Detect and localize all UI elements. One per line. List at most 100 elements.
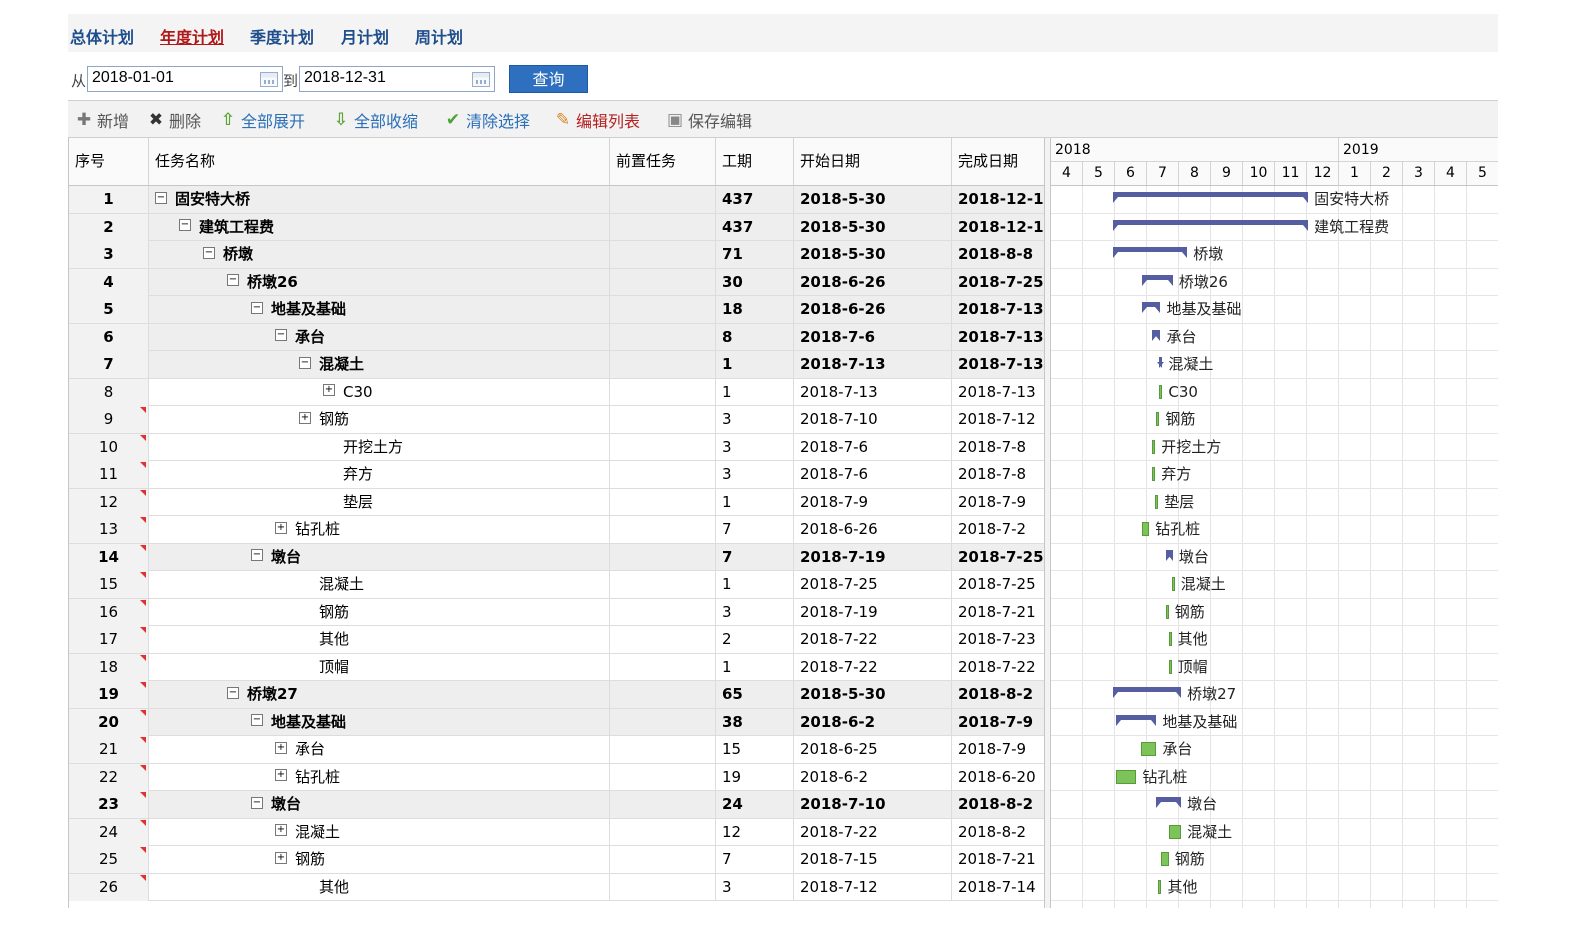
task-name-cell[interactable]: − 固安特大桥	[149, 186, 610, 213]
predecessor-cell[interactable]	[610, 433, 716, 461]
task-name-cell[interactable]: 钢筋	[149, 598, 610, 626]
predecessor-cell[interactable]	[610, 323, 716, 351]
duration-cell[interactable]: 15	[716, 736, 794, 763]
table-row[interactable]: 24 + 混凝土 12 2018-7-22 2018-8-2	[69, 818, 1045, 846]
predecessor-cell[interactable]	[610, 791, 716, 818]
task-bar[interactable]	[1161, 852, 1169, 866]
end-date-cell[interactable]: 2018-8-2	[952, 791, 1045, 818]
task-bar[interactable]	[1168, 659, 1172, 674]
task-bar[interactable]	[1116, 769, 1137, 784]
table-row[interactable]: 6 − 承台 8 2018-7-6 2018-7-13	[69, 323, 1045, 351]
task-bar[interactable]	[1159, 384, 1163, 399]
task-name-cell[interactable]: 垫层	[149, 488, 610, 516]
predecessor-cell[interactable]	[610, 186, 716, 213]
duration-cell[interactable]: 7	[716, 516, 794, 543]
table-row[interactable]: 10 开挖土方 3 2018-7-6 2018-7-8	[69, 433, 1045, 461]
task-bar[interactable]	[1155, 494, 1159, 509]
predecessor-cell[interactable]	[610, 736, 716, 763]
predecessor-cell[interactable]	[610, 681, 716, 708]
start-date-cell[interactable]: 2018-7-22	[794, 626, 952, 653]
column-header-predecessor[interactable]: 前置任务	[610, 138, 716, 185]
duration-cell[interactable]: 1	[716, 351, 794, 378]
table-row[interactable]: 16 钢筋 3 2018-7-19 2018-7-21	[69, 598, 1045, 626]
task-name-cell[interactable]: + 承台	[149, 736, 610, 763]
predecessor-cell[interactable]	[610, 846, 716, 873]
end-date-cell[interactable]: 2018-12-1	[952, 186, 1045, 213]
expand-toggle-icon[interactable]: +	[275, 769, 287, 781]
task-name-cell[interactable]: − 桥墩27	[149, 681, 610, 708]
table-row[interactable]: 19 − 桥墩27 65 2018-5-30 2018-8-2	[69, 681, 1045, 709]
collapse-toggle-icon[interactable]: −	[251, 549, 263, 561]
collapse-toggle-icon[interactable]: −	[179, 219, 191, 231]
task-name-cell[interactable]: 其他	[149, 626, 610, 653]
start-date-cell[interactable]: 2018-5-30	[794, 186, 952, 213]
tab-week-plan[interactable]: 周计划	[415, 24, 463, 48]
end-date-cell[interactable]: 2018-7-13	[952, 323, 1045, 351]
start-date-cell[interactable]: 2018-7-12	[794, 873, 952, 901]
task-bar[interactable]	[1168, 824, 1182, 839]
end-date-cell[interactable]: 2018-6-20	[952, 763, 1045, 791]
end-date-cell[interactable]: 2018-8-2	[952, 681, 1045, 708]
start-date-cell[interactable]: 2018-7-6	[794, 323, 952, 351]
query-button[interactable]: 查询	[509, 65, 588, 93]
collapse-toggle-icon[interactable]: −	[203, 246, 215, 259]
expand-toggle-icon[interactable]: +	[275, 521, 287, 534]
to-date-input[interactable]	[300, 67, 473, 89]
start-date-cell[interactable]: 2018-7-10	[794, 406, 952, 433]
column-header-start[interactable]: 开始日期	[794, 138, 952, 185]
end-date-cell[interactable]: 2018-7-23	[952, 626, 1045, 653]
predecessor-cell[interactable]	[610, 351, 716, 378]
task-name-cell[interactable]: − 地基及基础	[149, 296, 610, 323]
table-row[interactable]: 8 + C30 1 2018-7-13 2018-7-13	[69, 378, 1045, 406]
edit-list-button[interactable]: ✎ 编辑列表	[553, 108, 640, 132]
task-bar[interactable]	[1141, 522, 1150, 536]
predecessor-cell[interactable]	[610, 873, 716, 901]
collapse-all-button[interactable]: ⇩ 全部收缩	[331, 108, 418, 132]
predecessor-cell[interactable]	[610, 378, 716, 406]
table-row[interactable]: 4 − 桥墩26 30 2018-6-26 2018-7-25	[69, 268, 1045, 296]
task-bar[interactable]	[1140, 742, 1157, 756]
start-date-cell[interactable]: 2018-6-26	[794, 516, 952, 543]
predecessor-cell[interactable]	[610, 626, 716, 653]
start-date-cell[interactable]: 2018-5-30	[794, 681, 952, 708]
duration-cell[interactable]: 3	[716, 461, 794, 488]
table-row[interactable]: 15 混凝土 1 2018-7-25 2018-7-25	[69, 571, 1045, 599]
duration-cell[interactable]: 19	[716, 763, 794, 791]
table-row[interactable]: 14 − 墩台 7 2018-7-19 2018-7-25	[69, 543, 1045, 571]
table-row[interactable]: 7− 混凝土 1 2018-7-13 2018-7-13	[69, 351, 1045, 379]
table-row[interactable]: 11 弃方 3 2018-7-6 2018-7-8	[69, 461, 1045, 489]
start-date-cell[interactable]: 2018-7-6	[794, 461, 952, 488]
duration-cell[interactable]: 7	[716, 846, 794, 873]
end-date-cell[interactable]: 2018-12-1	[952, 213, 1045, 241]
duration-cell[interactable]: 38	[716, 708, 794, 736]
collapse-toggle-icon[interactable]: −	[155, 191, 167, 204]
task-bar[interactable]	[1152, 439, 1156, 454]
task-name-cell[interactable]: + C30	[149, 378, 610, 406]
end-date-cell[interactable]: 2018-7-21	[952, 846, 1045, 873]
save-edit-button[interactable]: ▣ 保存编辑	[665, 108, 752, 132]
start-date-cell[interactable]: 2018-7-22	[794, 818, 952, 846]
predecessor-cell[interactable]	[610, 213, 716, 241]
task-bar[interactable]	[1165, 604, 1169, 619]
duration-cell[interactable]: 1	[716, 571, 794, 598]
table-row[interactable]: 9 + 钢筋 3 2018-7-10 2018-7-12	[69, 406, 1045, 434]
task-name-cell[interactable]: − 建筑工程费	[149, 213, 610, 241]
task-name-cell[interactable]: − 混凝土	[149, 351, 610, 378]
end-date-cell[interactable]: 2018-7-14	[952, 873, 1045, 901]
add-button[interactable]: ✚ 新增	[74, 108, 129, 132]
column-header-end[interactable]: 完成日期	[952, 138, 1045, 185]
end-date-cell[interactable]: 2018-7-9	[952, 488, 1045, 516]
start-date-cell[interactable]: 2018-6-2	[794, 708, 952, 736]
collapse-toggle-icon[interactable]: −	[275, 329, 287, 341]
end-date-cell[interactable]: 2018-8-2	[952, 818, 1045, 846]
summary-bar[interactable]	[1156, 797, 1182, 808]
predecessor-cell[interactable]	[610, 406, 716, 433]
predecessor-cell[interactable]	[610, 461, 716, 488]
predecessor-cell[interactable]	[610, 543, 716, 571]
tab-month-plan[interactable]: 月计划	[341, 24, 389, 48]
duration-cell[interactable]: 437	[716, 213, 794, 241]
predecessor-cell[interactable]	[610, 516, 716, 543]
end-date-cell[interactable]: 2018-7-22	[952, 653, 1045, 681]
table-row[interactable]: 22 + 钻孔桩 19 2018-6-2 2018-6-20	[69, 763, 1045, 791]
duration-cell[interactable]: 65	[716, 681, 794, 708]
